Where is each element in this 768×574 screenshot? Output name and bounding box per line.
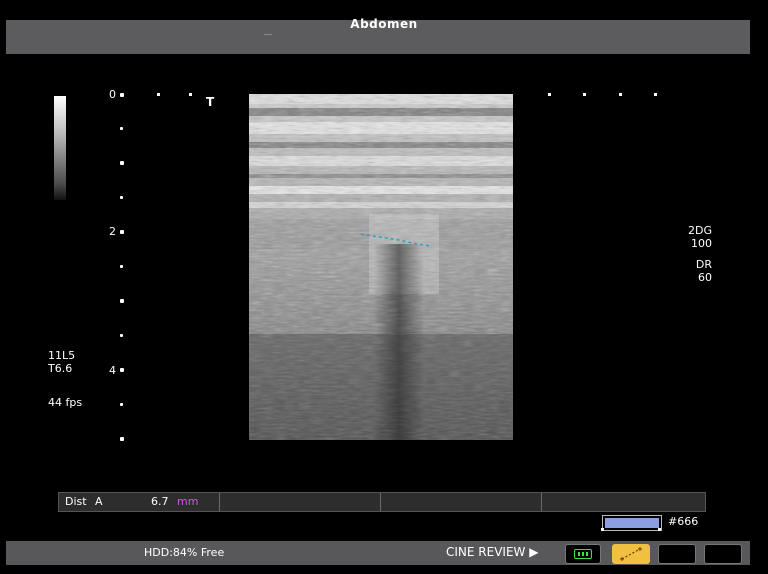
- hdd-status: HDD:84% Free: [144, 546, 225, 559]
- depth-tick: [120, 403, 123, 406]
- lateral-dot: [619, 93, 622, 96]
- empty-button-1[interactable]: [658, 544, 696, 564]
- depth-tick: [120, 161, 124, 165]
- depth-tick: [120, 299, 124, 303]
- status-bar: HDD:84% Free CINE REVIEW ▶: [6, 541, 750, 565]
- gain-value: 100: [691, 237, 712, 250]
- depth-tick: [120, 93, 124, 97]
- measurement-cell: [220, 493, 381, 511]
- scroll-start-marker: [601, 528, 604, 531]
- measurement-marker: A: [95, 495, 103, 508]
- measurement-label: Dist: [65, 495, 87, 508]
- ultrasound-texture: [249, 94, 513, 440]
- probe-label: 11L5: [48, 349, 76, 362]
- tissue-preset: T6.6: [48, 362, 73, 375]
- measurement-cell: [542, 493, 704, 511]
- caliper-icon: [620, 547, 642, 561]
- depth-tick: [120, 127, 123, 130]
- measurement-panel: Dist A 6.7 mm: [58, 492, 706, 512]
- depth-label-4: 4: [109, 364, 116, 377]
- lateral-dot: [654, 93, 657, 96]
- frame-rate: 44 fps: [48, 396, 83, 409]
- orientation-marker: T: [206, 95, 215, 109]
- gain-label: 2DG: [688, 224, 712, 237]
- measurement-cell: Dist A 6.7 mm: [59, 493, 220, 511]
- depth-tick: [120, 230, 124, 234]
- cine-scroll-fill: [605, 518, 659, 528]
- loop-button[interactable]: [565, 544, 601, 564]
- depth-tick: [120, 334, 123, 337]
- empty-button-2[interactable]: [704, 544, 742, 564]
- depth-tick: [120, 265, 123, 268]
- cine-scrollbar[interactable]: [602, 515, 662, 531]
- depth-label-0: 0: [109, 88, 116, 101]
- grayscale-bar: [54, 96, 66, 200]
- depth-label-2: 2: [109, 225, 116, 238]
- dynamic-range-value: 60: [698, 271, 712, 284]
- depth-tick: [120, 196, 123, 199]
- ultrasound-image[interactable]: [249, 94, 513, 440]
- lateral-dot: [548, 93, 551, 96]
- depth-tick: [120, 368, 124, 372]
- cine-frame-number: #666: [668, 515, 699, 528]
- header-marker: [264, 34, 272, 35]
- lateral-dot: [583, 93, 586, 96]
- depth-tick: [120, 437, 124, 441]
- measurement-cell: [381, 493, 542, 511]
- dynamic-range-label: DR: [695, 258, 712, 271]
- measurement-unit: mm: [177, 495, 199, 508]
- scroll-end-marker: [658, 528, 661, 531]
- exam-title: Abdomen: [350, 17, 418, 31]
- lateral-dot: [157, 93, 160, 96]
- measurement-value: 6.7: [151, 495, 169, 508]
- lateral-dot: [189, 93, 192, 96]
- cine-review-label: CINE REVIEW ▶: [446, 545, 539, 559]
- loop-icon: [574, 549, 592, 559]
- caliper-button[interactable]: [612, 544, 650, 564]
